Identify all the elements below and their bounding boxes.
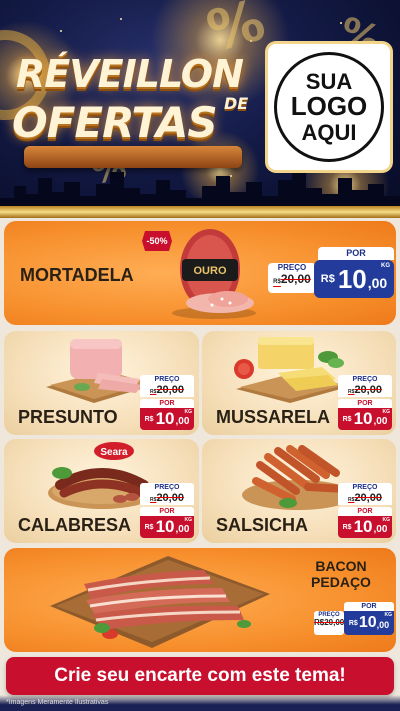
- product-name: SALSICHA: [216, 515, 309, 535]
- price-label: PREÇO: [338, 375, 392, 384]
- logo-text-2: LOGO: [290, 91, 368, 122]
- new-price: R$ 10,00 KG: [338, 516, 392, 538]
- por-label: POR: [140, 399, 194, 408]
- cta-button[interactable]: Crie seu encarte com este tema!: [6, 657, 394, 695]
- new-price: R$ 10,00 KG: [314, 260, 394, 298]
- price-tag-large: PREÇO R$20,00 POR R$ 10,00 KG: [268, 247, 394, 299]
- price-tag-bacon: POR PREÇO R$20,00 R$ 10,00 KG: [314, 602, 394, 635]
- old-price: R$20,00: [140, 492, 194, 505]
- title-de: DE: [224, 94, 249, 113]
- title-line-2: OFERTAS: [12, 98, 218, 147]
- new-price: R$ 10,00 KG: [140, 408, 194, 430]
- price-label: PREÇO: [140, 483, 194, 492]
- logo-text-1: SUA: [305, 69, 353, 95]
- mussarela-image: [234, 337, 348, 403]
- price-tag: PREÇO R$20,00 POR R$ 10,00 KG: [338, 375, 392, 430]
- logo-circle: SUA LOGO AQUI: [274, 52, 384, 162]
- new-price: R$ 10,00 KG: [140, 516, 194, 538]
- product-name: MORTADELA: [20, 265, 134, 285]
- price-label: PREÇO: [140, 375, 194, 384]
- product-name: CALABRESA: [18, 515, 132, 535]
- product-name-line-2: PEDAÇO: [311, 574, 371, 591]
- brand-label: Seara: [100, 447, 128, 458]
- product-card-mussarela[interactable]: MUSSARELA PREÇO R$20,00 POR R$ 10,00 KG: [202, 331, 396, 435]
- header-banner: % % % RÉVEILLON DE OFERTAS SUA LOGO AQUI: [0, 0, 400, 218]
- product-name: PRESUNTO: [18, 407, 118, 427]
- new-price: R$ 10,00 KG: [338, 408, 392, 430]
- old-price: R$20,00: [338, 384, 392, 397]
- product-name: BACON PEDAÇO: [306, 558, 376, 590]
- price-tag: PREÇO R$20,00 POR R$ 10,00 KG: [338, 483, 392, 538]
- product-name: MUSSARELA: [216, 407, 331, 427]
- new-price: R$ 10,00 KG: [344, 611, 394, 635]
- brand-label: OURO: [194, 265, 227, 277]
- product-card-bacon[interactable]: BACON PEDAÇO POR PREÇO R$20,00 R$ 10,00 K…: [4, 548, 396, 652]
- title-plate: [24, 146, 242, 168]
- old-price: R$20,00: [140, 384, 194, 397]
- price-label: PREÇO: [277, 263, 307, 272]
- logo-text-3: AQUI: [301, 119, 357, 145]
- old-price-box: PREÇO R$20,00: [314, 611, 344, 635]
- old-price-box: PREÇO R$20,00: [268, 263, 316, 293]
- product-card-presunto[interactable]: PRESUNTO PREÇO R$20,00 POR R$ 10,00 KG: [4, 331, 199, 435]
- por-label: POR: [318, 247, 394, 260]
- unit-label: KG: [381, 263, 390, 269]
- product-card-salsicha[interactable]: SALSICHA PREÇO R$20,00 POR R$ 10,00 KG: [202, 439, 396, 543]
- por-label: POR: [140, 507, 194, 516]
- por-label: POR: [344, 602, 394, 611]
- por-label: POR: [338, 399, 392, 408]
- price-label: PREÇO: [338, 483, 392, 492]
- por-label: POR: [338, 507, 392, 516]
- price-tag: PREÇO R$20,00 POR R$ 10,00 KG: [140, 375, 194, 430]
- product-name-line-1: BACON: [315, 558, 367, 574]
- disclaimer-note: *Imagens Meramente Ilustrativas: [6, 699, 109, 706]
- old-price: R$20,00: [314, 618, 345, 627]
- product-card-mortadela[interactable]: MORTADELA -50% OURO PREÇO R$20,00 POR R$…: [4, 221, 396, 325]
- bacon-image: [50, 556, 270, 648]
- promo-title: RÉVEILLON DE OFERTAS: [10, 50, 260, 170]
- old-price: R$20,00: [338, 492, 392, 505]
- old-price: R$20,00: [273, 272, 311, 286]
- logo-placeholder[interactable]: SUA LOGO AQUI: [268, 44, 390, 170]
- gold-band: [0, 206, 400, 218]
- price-tag: PREÇO R$20,00 POR R$ 10,00 KG: [140, 483, 194, 538]
- product-card-calabresa[interactable]: Seara CALABRESA PREÇO R$20,00 POR R$ 10,0…: [4, 439, 199, 543]
- title-line-1: RÉVEILLON: [16, 52, 244, 96]
- mortadela-image: OURO: [172, 229, 256, 319]
